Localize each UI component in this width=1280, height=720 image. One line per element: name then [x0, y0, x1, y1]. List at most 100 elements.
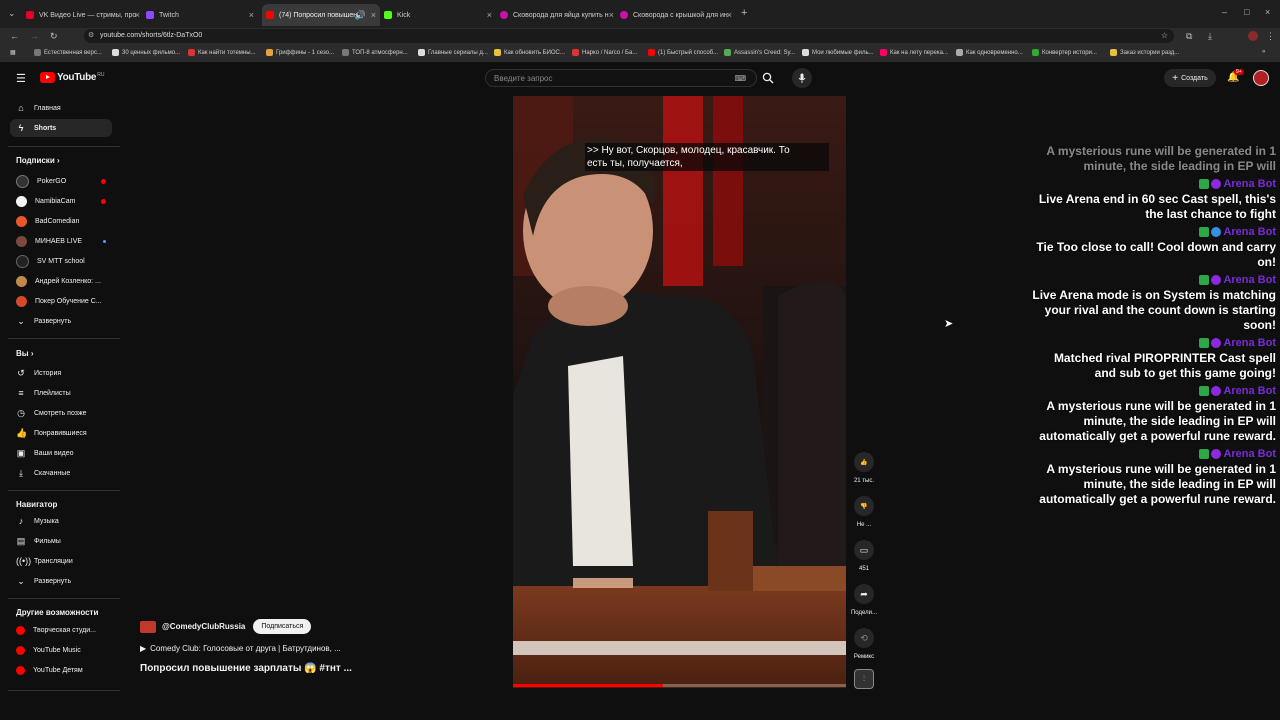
keyboard-icon[interactable]: ⌨: [734, 70, 746, 88]
sidebar-item-yt-kids[interactable]: YouTube Детям: [10, 661, 112, 679]
bookmark[interactable]: Как найти тотемны...: [188, 49, 256, 56]
sidebar-item-expand[interactable]: ⌄ Развернуть: [10, 312, 112, 330]
browser-tab[interactable]: VK Видео Live — стримы, про ×: [26, 6, 144, 24]
bookmark-label: ТОП-8 атмосферн...: [352, 49, 408, 56]
close-tab-icon[interactable]: ×: [727, 10, 732, 20]
gem-icon: [1211, 179, 1222, 189]
dislike-button[interactable]: 👎 Не ...: [850, 496, 878, 528]
download-icon: ⤓: [19, 467, 23, 478]
sidebar-item-history[interactable]: ↺ История: [10, 364, 112, 382]
sidebar-item-music[interactable]: ♪ Музыка: [10, 512, 112, 530]
short-title[interactable]: Попросил повышение зарплаты 😱 #тнт ...: [140, 663, 352, 674]
sidebar-item-expand[interactable]: ⌄ Развернуть: [10, 572, 112, 590]
sidebar-item-subscription[interactable]: Покер Обучение С...: [10, 292, 112, 310]
sound-button[interactable]: ⫶: [854, 669, 874, 689]
bookmark[interactable]: 30 ценных фильмо...: [112, 49, 180, 56]
bookmark[interactable]: Как обновить БИОС...: [494, 49, 565, 56]
remix-label: Ремикс: [853, 654, 875, 660]
sidebar-item-subscription[interactable]: PokerGO: [10, 172, 112, 190]
subscribe-button[interactable]: Подписаться: [253, 619, 312, 634]
address-bar[interactable]: ⚙ youtube.com/shorts/6tlz-DaTxO0 ☆: [84, 29, 1174, 43]
subscriptions-header[interactable]: Подписки ›: [16, 156, 60, 165]
sidebar-item-yt-music[interactable]: YouTube Music: [10, 641, 112, 659]
new-tab-button[interactable]: +: [741, 7, 747, 19]
bookmark[interactable]: Заказ истории разд...: [1110, 49, 1179, 56]
bookmark[interactable]: Естественная верс...: [34, 49, 102, 56]
bookmark[interactable]: (1) Быстрый способ...: [648, 49, 718, 56]
bookmark[interactable]: Гриффины - 1 сезо...: [266, 49, 334, 56]
bookmark[interactable]: Assassin's Creed: Sy...: [724, 49, 795, 56]
close-window-icon[interactable]: ×: [1265, 7, 1270, 17]
sidebar-item-home[interactable]: ⌂ Главная: [10, 99, 112, 117]
reload-icon[interactable]: ↻: [50, 31, 58, 42]
channel-name[interactable]: @ComedyClubRussia: [162, 622, 245, 631]
sidebar-item-studio[interactable]: Творческая студи...: [10, 621, 112, 639]
sidebar-item-playlists[interactable]: ≡ Плейлисты: [10, 384, 112, 402]
bookmark[interactable]: ТОП-8 атмосферн...: [342, 49, 408, 56]
site-info-icon[interactable]: ⚙: [88, 29, 94, 43]
bookmark[interactable]: Нарко / Narco / Ба...: [572, 49, 637, 56]
tab-list-icon[interactable]: ⌄: [8, 8, 16, 19]
profile-avatar[interactable]: [1248, 31, 1258, 41]
sidebar-item-watch-later[interactable]: ◷ Смотреть позже: [10, 404, 112, 422]
sidebar-item-subscription[interactable]: МИНАЕВ LIVE: [10, 232, 112, 250]
author-name: Arena Bot: [1223, 274, 1276, 286]
search-input[interactable]: Введите запрос ⌨: [485, 69, 757, 87]
notifications-button[interactable]: 🔔 9+: [1227, 69, 1244, 83]
audio-icon[interactable]: 🔊: [355, 10, 366, 21]
download-icon[interactable]: ⤓: [1208, 31, 1212, 42]
like-button[interactable]: 👍 21 тыс.: [850, 452, 878, 484]
forward-icon[interactable]: →: [30, 31, 39, 41]
sidebar-item-subscription[interactable]: BadComedian: [10, 212, 112, 230]
sidebar-item-liked[interactable]: 👍 Понравившиеся: [10, 424, 112, 442]
more-bookmarks-icon[interactable]: »: [1262, 49, 1265, 55]
gem-icon: [1211, 449, 1222, 459]
short-video-player[interactable]: >> Ну вот, Скорцов, молодец, красавчик. …: [513, 96, 846, 688]
sidebar-item-subscription[interactable]: NamibiaCam: [10, 192, 112, 210]
bookmark-star-icon[interactable]: ☆: [1161, 29, 1168, 43]
maximize-icon[interactable]: □: [1244, 7, 1249, 17]
section-title: Подписки: [16, 156, 55, 165]
minimize-icon[interactable]: –: [1222, 7, 1227, 17]
comments-button[interactable]: ▭ 451: [850, 540, 878, 572]
close-tab-icon[interactable]: ×: [249, 10, 254, 20]
remix-button[interactable]: ⟲ Ремикс: [850, 628, 878, 660]
browser-tab[interactable]: Kick ×: [384, 6, 496, 24]
apps-icon[interactable]: ▦: [10, 49, 16, 56]
sidebar-item-downloads[interactable]: ⤓ Скачанные: [10, 464, 112, 482]
close-tab-icon[interactable]: ×: [609, 10, 614, 20]
you-header[interactable]: Вы ›: [16, 349, 34, 358]
browser-menu-icon[interactable]: ⋮: [1266, 31, 1275, 42]
progress-bar[interactable]: [513, 684, 846, 687]
wildberries-favicon-icon: [500, 11, 508, 19]
search-button[interactable]: [762, 72, 774, 87]
account-avatar[interactable]: [1253, 70, 1269, 86]
sidebar-item-subscription[interactable]: Андрей Козленко: ...: [10, 272, 112, 290]
sidebar-item-shorts[interactable]: ϟ Shorts: [10, 119, 112, 137]
create-button[interactable]: + Создать: [1164, 69, 1216, 87]
browser-tab-active[interactable]: (74) Попросил повышени 🔊 ×: [262, 4, 380, 26]
close-tab-icon[interactable]: ×: [135, 10, 140, 20]
vk-favicon-icon: [26, 11, 34, 19]
sidebar-item-live[interactable]: ((•)) Трансляции: [10, 552, 112, 570]
bookmark[interactable]: Мои любимые филь...: [802, 49, 874, 56]
close-tab-icon[interactable]: ×: [487, 10, 492, 20]
sidebar-item-movies[interactable]: ▤ Фильмы: [10, 532, 112, 550]
close-tab-icon[interactable]: ×: [371, 10, 376, 20]
bookmark[interactable]: Как одновременно...: [956, 49, 1023, 56]
sidebar-item-subscription[interactable]: SV MTT school: [10, 252, 112, 270]
bookmark[interactable]: Главные сериалы д...: [418, 49, 488, 56]
channel-avatar[interactable]: [140, 620, 156, 633]
browser-tab[interactable]: Twitch ×: [146, 6, 258, 24]
playlist-link[interactable]: ▶ Comedy Club: Голосовые от друга | Батр…: [140, 644, 341, 653]
bookmark[interactable]: Как на лету перека...: [880, 49, 948, 56]
share-button[interactable]: ➦ Подели...: [850, 584, 878, 616]
sidebar-item-your-videos[interactable]: ▣ Ваши видео: [10, 444, 112, 462]
browser-tab[interactable]: Сковорода с крышкой для ин ×: [620, 6, 736, 24]
browser-tab[interactable]: Сковорода для яйца купить н ×: [500, 6, 618, 24]
bookmark-favicon-icon: [342, 49, 349, 56]
extensions-icon[interactable]: ⧉: [1186, 31, 1192, 42]
back-icon[interactable]: ←: [10, 31, 19, 41]
bookmark[interactable]: Конвертер истори...: [1032, 49, 1097, 56]
voice-search-button[interactable]: [792, 68, 812, 88]
